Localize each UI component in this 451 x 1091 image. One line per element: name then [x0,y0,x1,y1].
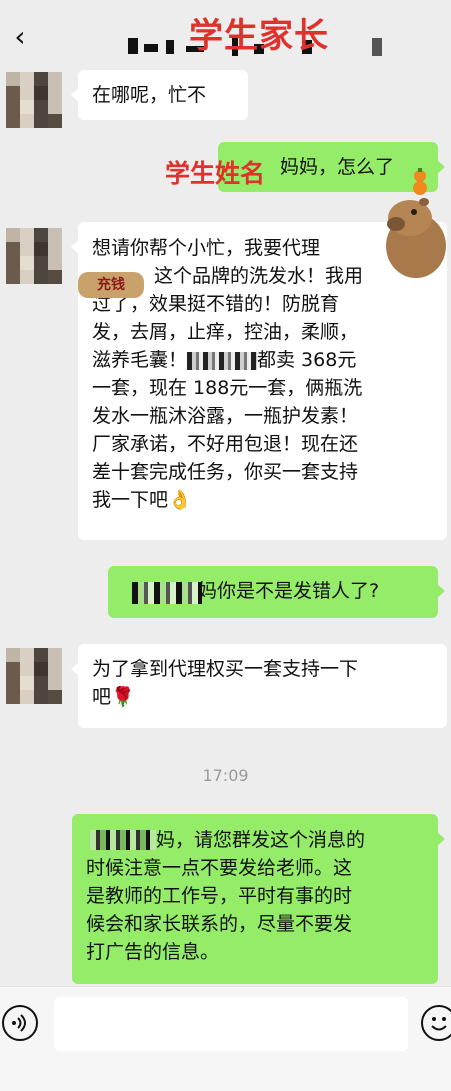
message-line: 候会和家长联系的，尽量不要发 [86,913,353,935]
sticker-badge: 充钱 [78,272,144,298]
message-text: 在哪呢，忙不 [92,84,207,106]
message-line: 差十套完成任务，你买一套支持 [92,461,359,483]
voice-icon[interactable] [2,1005,38,1041]
emoji-icon[interactable] [421,1005,451,1041]
message-line: 打广告的信息。 [86,941,220,963]
message-line: 时候注意一点不要发给老师。这 [86,857,353,879]
avatar[interactable] [6,228,62,284]
message-line: 我一下吧👌 [92,489,192,511]
composer-bar [0,986,451,1091]
redacted-mosaic [132,582,202,604]
chat-header: ‹ 学生家长 [0,0,451,68]
message-bubble[interactable]: 为了拿到代理权买一套支持一下 吧🌹 [71,644,447,728]
title-overlay-label: 学生家长 [189,16,329,56]
avatar[interactable] [6,72,62,128]
message-line: 一套，现在 188元一套，俩瓶洗 [92,377,363,399]
student-name-overlay: 学生姓名 [165,159,266,188]
message-line: 想请你帮个小忙，我要代理 [92,237,321,259]
message-input[interactable] [54,997,408,1051]
avatar[interactable] [6,648,62,704]
message-line: 发水一瓶沐浴露，一瓶护发素！ [92,405,359,427]
capybara-sticker [386,168,446,278]
message-bubble[interactable]: 在哪呢，忙不 [71,70,248,120]
redacted-mosaic [187,351,258,370]
message-line: 滋养毛囊！ 都卖 368元 [92,349,357,371]
redacted-mosaic [90,830,156,850]
message-line: 吧🌹 [92,686,135,708]
message-line: 为了拿到代理权买一套支持一下 [92,658,359,680]
chevron-left-icon[interactable]: ‹ [8,22,32,52]
message-line: 厂家承诺，不好用包退！现在还 [92,433,359,455]
message-line: 发，去屑，止痒，控油，柔顺， [92,321,359,343]
message-text: 妈你是不是发错人了? [198,580,380,602]
timestamp: 17:09 [202,766,249,785]
message-line: 过了，效果挺不错的！防脱育 [92,293,340,315]
message-text: 妈妈，怎么了 [280,156,395,178]
message-line: 是教师的工作号，平时有事的时 [86,885,353,907]
